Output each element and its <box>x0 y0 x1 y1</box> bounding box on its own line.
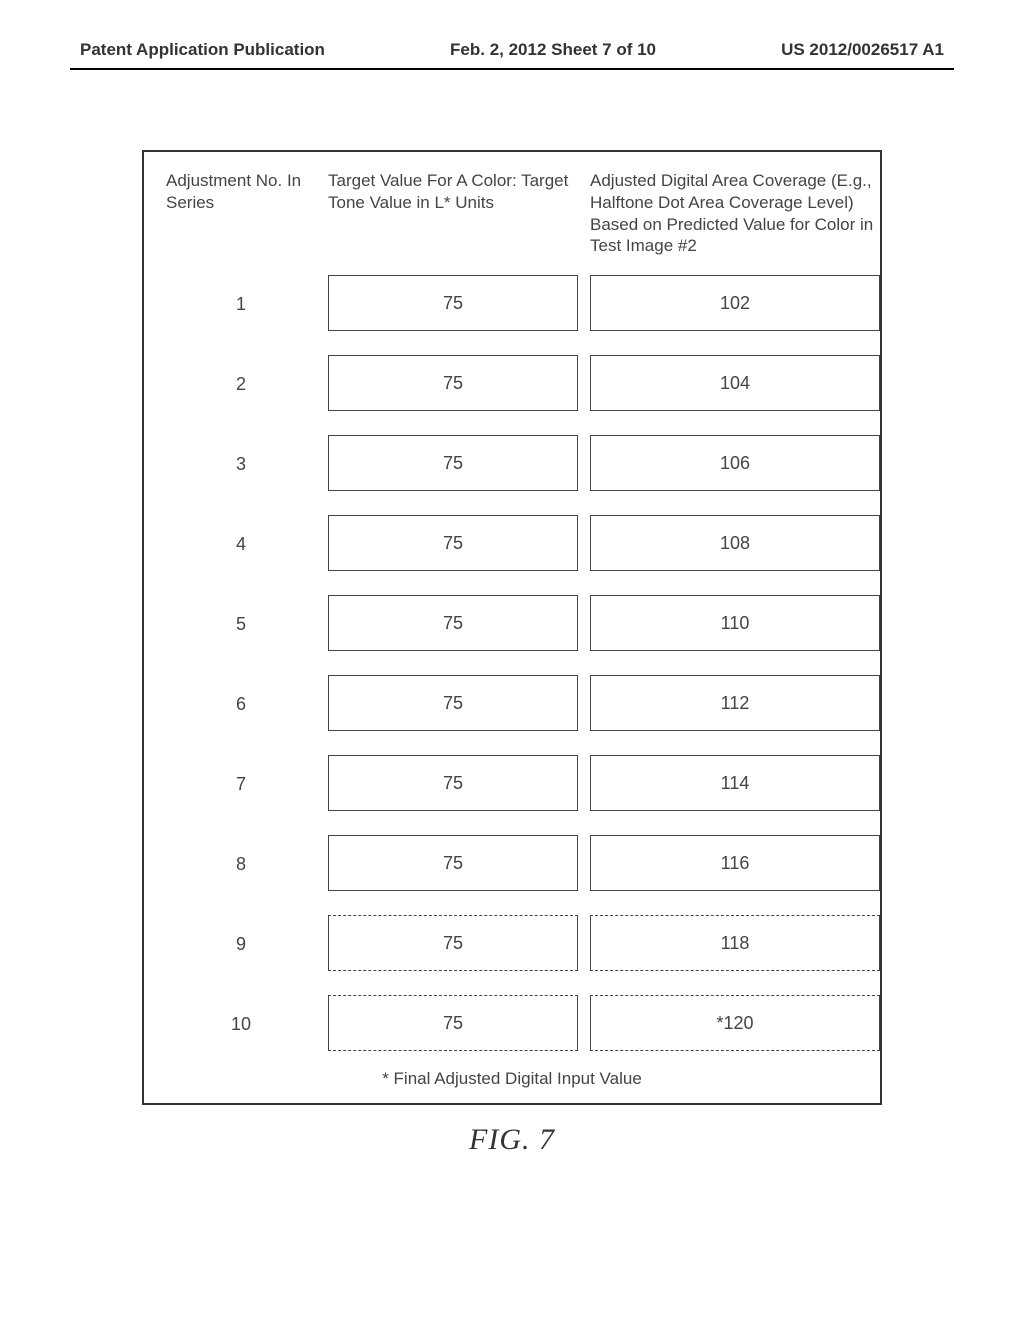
table-row-index: 6 <box>166 675 316 733</box>
table-cell-adjusted: 104 <box>590 355 880 411</box>
table-cell-target: 75 <box>328 835 578 891</box>
header-center: Feb. 2, 2012 Sheet 7 of 10 <box>450 40 656 60</box>
table-cell-target: 75 <box>328 275 578 331</box>
table-cell-adjusted: 118 <box>590 915 880 971</box>
header-rule <box>70 68 954 70</box>
table-cell-adjusted: 108 <box>590 515 880 571</box>
table-footnote: * Final Adjusted Digital Input Value <box>166 1069 858 1089</box>
table-cell-adjusted: 114 <box>590 755 880 811</box>
table-grid: Adjustment No. In Series Target Value Fo… <box>166 170 858 1075</box>
table-cell-target: 75 <box>328 355 578 411</box>
table-row-index: 7 <box>166 755 316 813</box>
figure-table: Adjustment No. In Series Target Value Fo… <box>142 150 882 1105</box>
table-cell-target: 75 <box>328 675 578 731</box>
table-cell-target: 75 <box>328 435 578 491</box>
figure-caption: FIG. 7 <box>60 1123 964 1157</box>
page: Patent Application Publication Feb. 2, 2… <box>0 0 1024 1197</box>
table-row-index: 9 <box>166 915 316 973</box>
column-header-3: Adjusted Digital Area Coverage (E.g., Ha… <box>590 170 880 275</box>
column-header-2: Target Value For A Color: Target Tone Va… <box>328 170 578 275</box>
table-row-index: 3 <box>166 435 316 493</box>
table-cell-target: 75 <box>328 915 578 971</box>
column-header-1: Adjustment No. In Series <box>166 170 316 275</box>
page-header: Patent Application Publication Feb. 2, 2… <box>60 40 964 60</box>
table-row-index: 8 <box>166 835 316 893</box>
table-cell-target: 75 <box>328 995 578 1051</box>
table-row-index: 2 <box>166 355 316 413</box>
header-left: Patent Application Publication <box>80 40 325 60</box>
table-row-index: 10 <box>166 995 316 1053</box>
table-cell-adjusted: 106 <box>590 435 880 491</box>
table-row-index: 4 <box>166 515 316 573</box>
header-right: US 2012/0026517 A1 <box>781 40 944 60</box>
table-row-index: 1 <box>166 275 316 333</box>
table-cell-adjusted: 102 <box>590 275 880 331</box>
table-row-index: 5 <box>166 595 316 653</box>
table-cell-target: 75 <box>328 755 578 811</box>
table-cell-adjusted: 112 <box>590 675 880 731</box>
table-cell-target: 75 <box>328 595 578 651</box>
table-cell-adjusted: 110 <box>590 595 880 651</box>
table-cell-adjusted: *120 <box>590 995 880 1051</box>
table-cell-target: 75 <box>328 515 578 571</box>
table-cell-adjusted: 116 <box>590 835 880 891</box>
